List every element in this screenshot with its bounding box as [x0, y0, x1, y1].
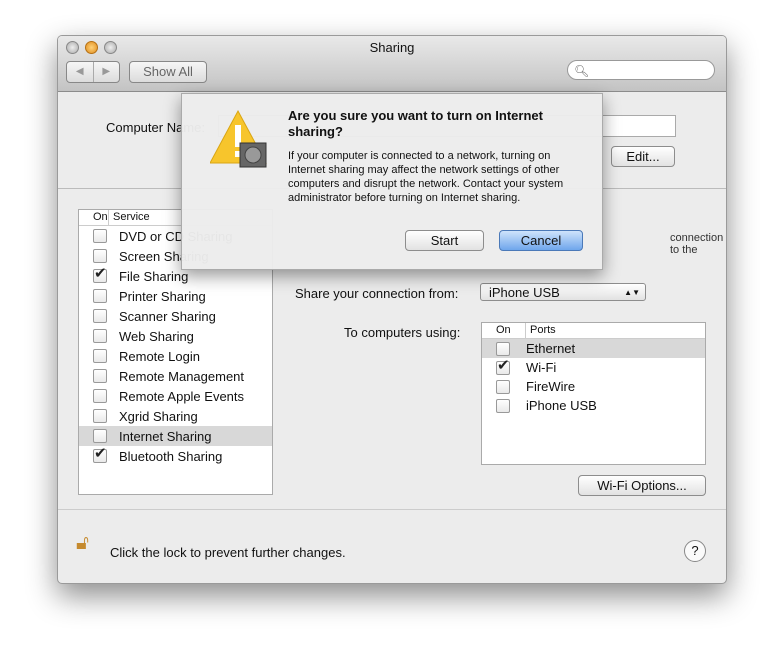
- checkbox[interactable]: [93, 269, 107, 283]
- checkbox[interactable]: [93, 429, 107, 443]
- dialog-title: Are you sure you want to turn on Interne…: [288, 108, 543, 139]
- list-item[interactable]: Web Sharing: [79, 326, 272, 346]
- search-input[interactable]: 🔍︎: [567, 60, 715, 80]
- back-forward-buttons[interactable]: ◀ ▶: [66, 61, 120, 83]
- back-icon[interactable]: ◀: [67, 62, 94, 82]
- item-label: Printer Sharing: [119, 288, 206, 304]
- list-item[interactable]: Scanner Sharing: [79, 306, 272, 326]
- col-ports[interactable]: Ports: [526, 323, 556, 338]
- checkbox[interactable]: [496, 341, 510, 356]
- checkbox[interactable]: [496, 398, 510, 413]
- updown-icon: ▲▼: [624, 288, 640, 297]
- list-item[interactable]: Internet Sharing: [79, 426, 272, 446]
- cancel-button[interactable]: Cancel: [499, 230, 583, 251]
- list-item[interactable]: Remote Apple Events: [79, 386, 272, 406]
- item-label: iPhone USB: [526, 398, 597, 413]
- warning-icon: [210, 109, 267, 168]
- checkbox[interactable]: [93, 309, 107, 323]
- item-label: Xgrid Sharing: [119, 408, 198, 424]
- show-all-button[interactable]: Show All: [129, 61, 207, 83]
- wifi-options-button[interactable]: Wi-Fi Options...: [578, 475, 706, 496]
- list-item[interactable]: iPhone USB: [482, 396, 705, 415]
- list-item[interactable]: Bluetooth Sharing: [79, 446, 272, 466]
- checkbox[interactable]: [93, 389, 107, 403]
- item-label: Remote Login: [119, 348, 200, 364]
- col-on[interactable]: On: [79, 210, 109, 225]
- help-button[interactable]: ?: [684, 540, 706, 562]
- lock-icon[interactable]: 🔓︎: [76, 532, 89, 555]
- checkbox[interactable]: [93, 409, 107, 423]
- window-title: Sharing: [369, 40, 415, 55]
- search-icon: 🔍︎: [574, 64, 590, 78]
- list-item[interactable]: Wi-Fi: [482, 358, 705, 377]
- share-from-label: Share your connection from:: [295, 286, 459, 301]
- checkbox[interactable]: [93, 349, 107, 363]
- checkbox[interactable]: [93, 449, 107, 463]
- ports-list: OnPorts Ethernet Wi-Fi FireWire iPhone USB: [481, 322, 706, 465]
- list-item[interactable]: FireWire: [482, 377, 705, 396]
- item-label: Remote Apple Events: [119, 388, 245, 404]
- checkbox[interactable]: [93, 289, 107, 303]
- checkbox[interactable]: [93, 229, 107, 243]
- checkbox[interactable]: [93, 369, 107, 383]
- checkbox[interactable]: [93, 249, 107, 263]
- item-label: Wi-Fi: [526, 360, 557, 375]
- to-computers-label: To computers using:: [344, 325, 461, 340]
- list-item[interactable]: Remote Login: [79, 346, 272, 366]
- item-label: Remote Management: [119, 368, 245, 384]
- item-label: Scanner Sharing: [119, 308, 216, 324]
- start-button[interactable]: Start: [405, 230, 484, 251]
- item-label: Web Sharing: [119, 328, 194, 344]
- item-label: Ethernet: [526, 341, 576, 356]
- list-item[interactable]: Ethernet: [482, 339, 705, 358]
- confirm-dialog: Are you sure you want to turn on Interne…: [181, 93, 603, 270]
- checkbox[interactable]: [496, 360, 510, 375]
- toolbar: Sharing ◀ ▶ Show All 🔍︎: [58, 36, 726, 92]
- col-on[interactable]: On: [482, 323, 526, 338]
- list-item[interactable]: Xgrid Sharing: [79, 406, 272, 426]
- forward-icon[interactable]: ▶: [94, 62, 120, 82]
- share-from-select[interactable]: iPhone USB ▲▼: [480, 283, 646, 301]
- checkbox[interactable]: [93, 329, 107, 343]
- list-item[interactable]: Printer Sharing: [79, 286, 272, 306]
- lock-text: Click the lock to prevent further change…: [110, 545, 346, 560]
- col-service[interactable]: Service: [109, 210, 150, 225]
- item-label: Bluetooth Sharing: [119, 448, 223, 464]
- list-item[interactable]: Remote Management: [79, 366, 272, 386]
- item-label: File Sharing: [119, 268, 189, 284]
- share-from-value: iPhone USB: [489, 285, 560, 300]
- dialog-message: If your computer is connected to a netwo…: [288, 150, 564, 204]
- checkbox[interactable]: [496, 379, 510, 394]
- internet-sharing-desc: connection to the: [670, 232, 724, 256]
- edit-button[interactable]: Edit...: [611, 146, 675, 167]
- item-label: FireWire: [526, 379, 576, 394]
- item-label: Internet Sharing: [119, 428, 212, 444]
